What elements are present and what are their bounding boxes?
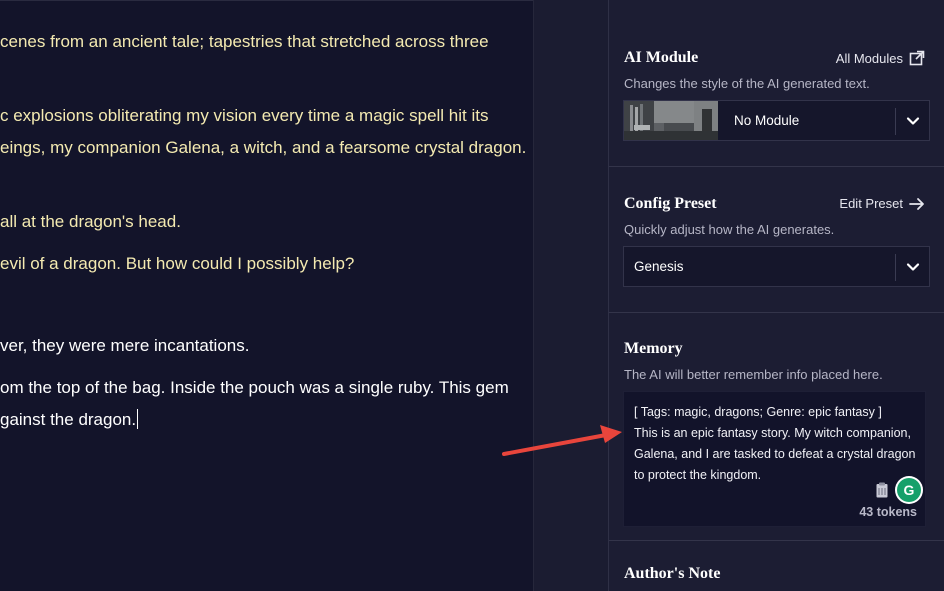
- dropdown-separator: [895, 108, 896, 135]
- all-modules-link[interactable]: All Modules: [836, 50, 925, 66]
- story-line: cenes from an ancient tale; tapestries t…: [0, 32, 489, 51]
- story-line-last: gainst the dragon.: [0, 409, 139, 431]
- authors-note-title: Author's Note: [624, 565, 721, 582]
- config-preset-selected: Genesis: [634, 259, 684, 274]
- ai-module-description: Changes the style of the AI generated te…: [624, 76, 870, 91]
- grammarly-button[interactable]: G: [897, 478, 921, 502]
- edit-preset-label: Edit Preset: [839, 196, 903, 211]
- sidebar: AI Module All Modules Changes the style …: [608, 0, 944, 591]
- story-line: c explosions obliterating my vision ever…: [0, 106, 489, 125]
- story-line-text: gainst the dragon.: [0, 410, 137, 429]
- config-preset-title: Config Preset: [624, 195, 717, 212]
- token-count: 43 tokens: [859, 505, 917, 519]
- clipboard-icon[interactable]: [876, 482, 888, 498]
- story-line: om the top of the bag. Inside the pouch …: [0, 378, 509, 397]
- config-preset-description: Quickly adjust how the AI generates.: [624, 222, 835, 237]
- external-link-icon: [909, 50, 925, 66]
- chevron-down-icon: [906, 117, 920, 125]
- arrow-right-icon: [909, 197, 924, 210]
- memory-description: The AI will better remember info placed …: [624, 367, 883, 382]
- story-line: evil of a dragon. But how could I possib…: [0, 254, 355, 273]
- module-thumbnail: [624, 101, 718, 140]
- story-line: eings, my companion Galena, a witch, and…: [0, 138, 527, 157]
- editor-gutter: [533, 0, 608, 591]
- text-cursor: [137, 409, 139, 429]
- dropdown-separator: [895, 254, 896, 281]
- ai-module-select[interactable]: No Module: [623, 100, 930, 141]
- memory-textarea[interactable]: [ Tags: magic, dragons; Genre: epic fant…: [623, 391, 926, 527]
- annotation-arrow: [502, 425, 622, 456]
- story-editor[interactable]: cenes from an ancient tale; tapestries t…: [0, 0, 533, 591]
- memory-title: Memory: [624, 340, 683, 357]
- story-line: all at the dragon's head.: [0, 212, 181, 231]
- ai-module-title: AI Module: [624, 49, 699, 66]
- memory-text: [ Tags: magic, dragons; Genre: epic fant…: [634, 405, 916, 482]
- section-divider: [609, 540, 944, 541]
- all-modules-label: All Modules: [835, 50, 903, 66]
- ai-module-selected: No Module: [734, 113, 800, 128]
- config-preset-select[interactable]: Genesis: [623, 246, 930, 287]
- story-line: ver, they were mere incantations.: [0, 336, 250, 355]
- ai-module-section: AI Module All Modules Changes the style …: [609, 0, 944, 167]
- config-preset-section: Config Preset Edit Preset Quickly adjust…: [609, 167, 944, 313]
- edit-preset-link[interactable]: Edit Preset: [839, 196, 925, 211]
- chevron-down-icon: [906, 263, 920, 271]
